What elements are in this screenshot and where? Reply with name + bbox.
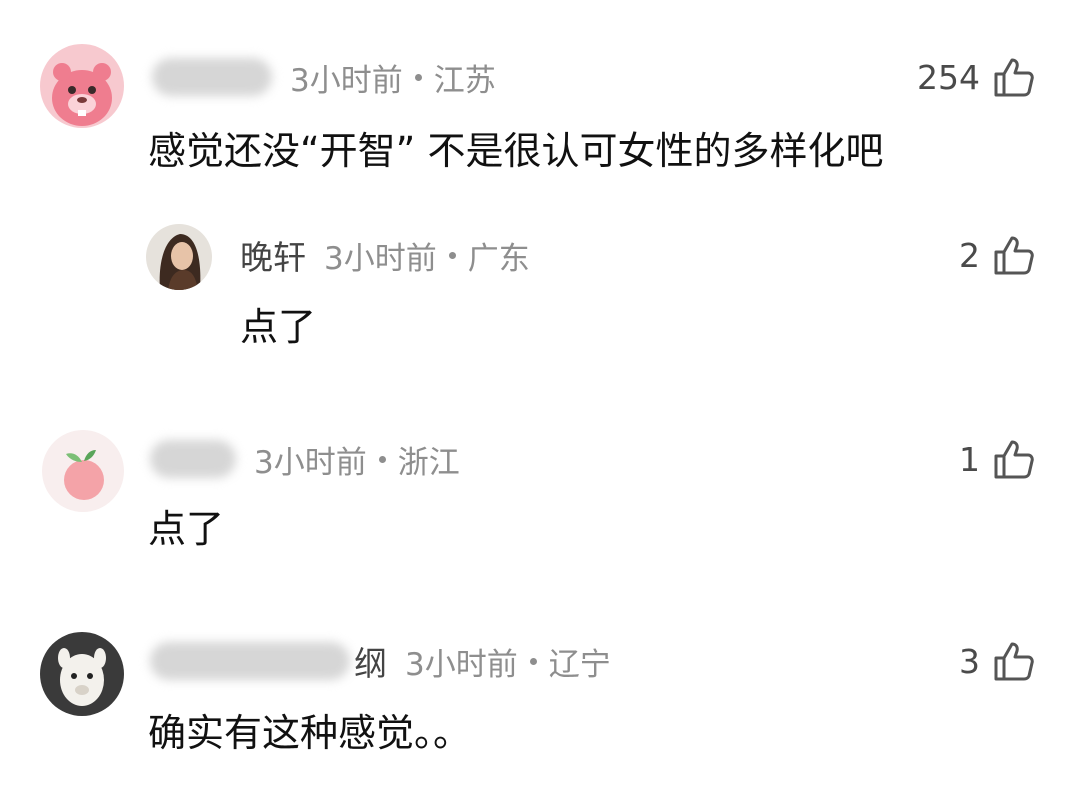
blurred-username[interactable] <box>152 58 272 96</box>
thumbs-up-icon <box>994 440 1034 479</box>
like-count: 1 <box>959 439 980 479</box>
comment-region: 辽宁 <box>548 646 611 683</box>
like-button[interactable]: 254 <box>917 52 1036 102</box>
reply-region: 广东 <box>467 240 530 277</box>
like-button[interactable]: 3 <box>959 636 1036 686</box>
comment-item: 纲 3小时前 辽宁 3 确实有这种感觉。。 <box>0 600 1080 792</box>
comment-region: 江苏 <box>433 62 496 99</box>
reply-time: 3小时前 <box>324 240 437 277</box>
reply-item: 晚轩 3小时前 广东 2 点了 <box>0 200 1080 400</box>
comment-meta: 3小时前 江苏 <box>152 52 496 102</box>
comment-time: 3小时前 <box>405 646 518 683</box>
reply-username[interactable]: 晚轩 <box>240 231 306 279</box>
comment-time: 3小时前 <box>254 444 367 481</box>
comment-text: 点了 <box>148 507 225 551</box>
thumbs-up-icon <box>994 236 1034 275</box>
comment-text: 感觉还没“开智” 不是很认可女性的多样化吧 <box>148 129 884 173</box>
like-button[interactable]: 1 <box>959 434 1036 484</box>
like-button[interactable]: 2 <box>959 230 1036 280</box>
comment-item: 3小时前 浙江 1 点了 <box>0 400 1080 600</box>
comment-username[interactable]: 纲 <box>354 637 387 685</box>
blurred-username[interactable] <box>150 642 350 680</box>
comment-time: 3小时前 <box>290 62 403 99</box>
comment-item: 3小时前 江苏 254 感觉还没“开智” 不是很认可女性的多样化吧 <box>0 0 1080 200</box>
separator-dot <box>414 73 422 81</box>
reply-text: 点了 <box>240 305 317 349</box>
comment-meta: 纲 3小时前 辽宁 <box>150 636 611 686</box>
peach-avatar-icon[interactable] <box>42 430 124 512</box>
comment-meta: 3小时前 浙江 <box>150 434 460 484</box>
like-count: 2 <box>959 235 980 275</box>
reply-meta: 晚轩 3小时前 广东 <box>240 230 530 280</box>
comment-region: 浙江 <box>397 444 460 481</box>
like-count: 3 <box>959 641 980 681</box>
pink-beaver-avatar-icon[interactable] <box>40 44 124 128</box>
like-count: 254 <box>917 57 980 97</box>
separator-dot <box>529 657 537 665</box>
alpaca-avatar-icon[interactable] <box>40 632 124 716</box>
separator-dot <box>378 455 386 463</box>
separator-dot <box>448 251 456 259</box>
thumbs-up-icon <box>994 58 1034 97</box>
blurred-username[interactable] <box>150 440 236 478</box>
thumbs-up-icon <box>994 642 1034 681</box>
woman-portrait-avatar-icon[interactable] <box>146 224 212 290</box>
comment-text: 确实有这种感觉。。 <box>148 711 472 755</box>
